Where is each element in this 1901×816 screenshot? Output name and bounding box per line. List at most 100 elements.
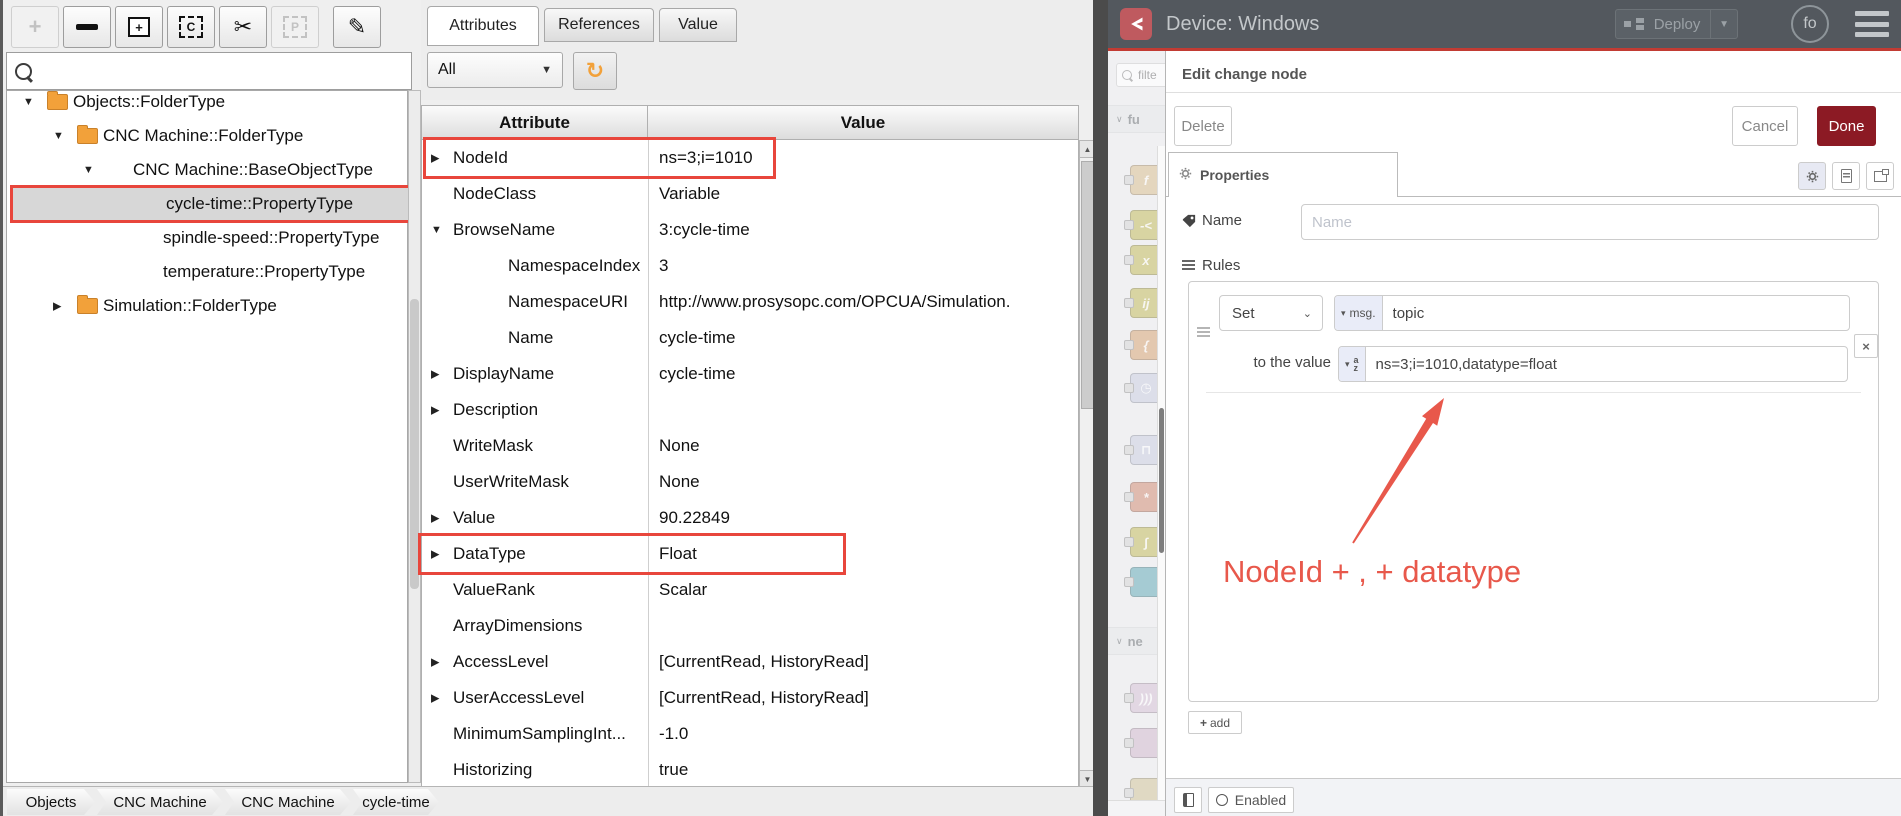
expand-icon[interactable]: ▶: [431, 512, 439, 525]
annotation-text: NodeId + , + datatype: [1223, 554, 1522, 589]
breadcrumb-tab-cnc-machine[interactable]: CNC Machine: [225, 789, 351, 815]
tree-item-cnc-machine[interactable]: ▼ CNC Machine::BaseObjectType: [10, 153, 413, 187]
copy-button[interactable]: C: [167, 6, 215, 48]
rule-action-select[interactable]: Set ⌄: [1219, 295, 1323, 331]
name-input[interactable]: [1301, 204, 1879, 240]
rule-property-value[interactable]: [1382, 296, 1849, 330]
tab-attributes[interactable]: Attributes: [427, 6, 539, 46]
table-row[interactable]: ValueRank Scalar: [421, 572, 1077, 608]
name-field-label: Name: [1182, 212, 1242, 229]
breadcrumb-tab-cycle-time[interactable]: cycle-time: [353, 789, 439, 815]
user-avatar[interactable]: fo: [1791, 5, 1829, 43]
tree-scrollbar[interactable]: [408, 90, 421, 783]
folder-icon: [47, 91, 68, 110]
rule-value-text[interactable]: [1365, 347, 1847, 381]
refresh-button[interactable]: ↻: [573, 52, 617, 90]
appearance-button[interactable]: [1866, 162, 1894, 190]
copy-icon: C: [179, 16, 203, 38]
table-row[interactable]: WriteMask None: [421, 428, 1077, 464]
tab-value[interactable]: Value: [659, 8, 737, 42]
tree-item-cnc-machine[interactable]: ▼ CNC Machine::FolderType: [10, 119, 413, 153]
table-row[interactable]: ArrayDimensions: [421, 608, 1077, 644]
rule-action-value: Set: [1232, 304, 1255, 322]
collapse-icon[interactable]: ▼: [431, 224, 442, 236]
expand-icon[interactable]: ▶: [431, 404, 439, 417]
tree-scrollbar-thumb[interactable]: [410, 299, 419, 589]
attribute-value: true: [648, 752, 1077, 788]
attribute-name: UserAccessLevel: [453, 688, 585, 707]
expand-icon[interactable]: ▶: [431, 692, 439, 705]
paste-button: P: [271, 6, 319, 48]
collapse-icon[interactable]: ▼: [53, 130, 64, 142]
property-type-chip[interactable]: ▾ msg.: [1335, 296, 1383, 330]
cut-button[interactable]: ✂: [219, 6, 267, 48]
table-row[interactable]: ▶ Description: [421, 392, 1077, 428]
cancel-button[interactable]: Cancel: [1732, 106, 1798, 146]
attribute-name: BrowseName: [453, 220, 556, 239]
table-row[interactable]: ▶ AccessLevel [CurrentRead, HistoryRead]: [421, 644, 1077, 680]
table-row[interactable]: ▶ DataType Float: [421, 536, 1077, 572]
value-type-chip[interactable]: ▾ az: [1339, 347, 1366, 381]
menu-icon[interactable]: [1855, 11, 1889, 37]
table-row[interactable]: MinimumSamplingInt... -1.0: [421, 716, 1077, 752]
breadcrumb-tab-objects[interactable]: Objects: [7, 789, 95, 815]
remove-rule-button[interactable]: ×: [1854, 334, 1878, 358]
table-row[interactable]: ▶ DisplayName cycle-time: [421, 356, 1077, 392]
table-row[interactable]: ▼ BrowseName 3:cycle-time: [421, 212, 1077, 248]
tab-properties-label: Properties: [1200, 167, 1270, 183]
attribute-name: NodeId: [453, 148, 508, 167]
palette-scrollbar[interactable]: [1157, 146, 1165, 816]
tag-icon: [1182, 214, 1196, 227]
gear-icon: [1179, 167, 1192, 183]
description-button[interactable]: [1832, 162, 1860, 190]
rule-drag-handle[interactable]: [1197, 327, 1210, 338]
expand-icon[interactable]: ▶: [431, 656, 439, 669]
attribute-value: 3: [648, 248, 1077, 284]
tab-properties[interactable]: Properties: [1168, 152, 1398, 197]
attribute-value: 3:cycle-time: [648, 212, 1077, 248]
value-column-header[interactable]: Value: [647, 105, 1079, 140]
edit-properties-button[interactable]: [1798, 162, 1826, 190]
table-row[interactable]: NamespaceURI http://www.prosysopc.com/OPC…: [421, 284, 1077, 320]
expand-icon[interactable]: ▶: [53, 300, 61, 313]
table-row[interactable]: Name cycle-time: [421, 320, 1077, 356]
rule-property-input[interactable]: ▾ msg.: [1334, 295, 1850, 331]
attribute-column-header[interactable]: Attribute: [421, 105, 648, 140]
rule-value-input[interactable]: ▾ az: [1338, 346, 1848, 382]
add-rule-button[interactable]: + add: [1188, 711, 1242, 734]
tree-item-spindle-speed[interactable]: spindle-speed::PropertyType: [10, 221, 413, 255]
edit-button[interactable]: ✎: [333, 6, 381, 48]
page-title: Device: Windows: [1166, 13, 1320, 35]
tree-item-simulation[interactable]: ▶ Simulation::FolderType: [10, 289, 413, 323]
table-row[interactable]: UserWriteMask None: [421, 464, 1077, 500]
deploy-options-chevron-icon[interactable]: ▼: [1710, 10, 1737, 38]
tree-item-cycle-time[interactable]: cycle-time::PropertyType: [10, 185, 413, 223]
attribute-name: DisplayName: [453, 364, 555, 383]
table-row[interactable]: NamespaceIndex 3: [421, 248, 1077, 284]
tree-item-temperature[interactable]: temperature::PropertyType: [10, 255, 413, 289]
expand-icon[interactable]: ▶: [431, 152, 439, 165]
collapse-icon[interactable]: ▼: [83, 164, 94, 176]
attribute-filter-select[interactable]: All ▼: [427, 52, 563, 88]
collapse-icon[interactable]: ▼: [23, 96, 34, 108]
table-row[interactable]: Historizing true: [421, 752, 1077, 788]
expand-icon[interactable]: ▶: [431, 368, 439, 381]
node-enabled-toggle[interactable]: Enabled: [1208, 787, 1294, 813]
new-window-button[interactable]: +: [115, 6, 163, 48]
done-button[interactable]: Done: [1817, 106, 1876, 146]
table-row[interactable]: ▶ Value 90.22849: [421, 500, 1077, 536]
table-row[interactable]: NodeClass Variable: [421, 176, 1077, 212]
palette-scrollbar-thumb[interactable]: [1159, 408, 1164, 553]
table-row[interactable]: ▶ NodeId ns=3;i=1010: [421, 140, 1077, 176]
tree-item-objects[interactable]: ▼ Objects::FolderType: [10, 85, 413, 119]
delete-button[interactable]: Delete: [1174, 106, 1232, 146]
expand-icon[interactable]: ▶: [431, 548, 439, 561]
table-row[interactable]: ▶ UserAccessLevel [CurrentRead, HistoryRea…: [421, 680, 1077, 716]
book-icon: [1182, 793, 1194, 807]
editor-footer: Enabled: [1166, 778, 1901, 816]
deploy-button[interactable]: Deploy ▼: [1615, 9, 1738, 39]
breadcrumb-tab-cnc-machine[interactable]: CNC Machine: [97, 789, 223, 815]
node-help-button[interactable]: [1174, 787, 1202, 813]
tab-references[interactable]: References: [544, 8, 654, 42]
remove-button[interactable]: [63, 6, 111, 48]
